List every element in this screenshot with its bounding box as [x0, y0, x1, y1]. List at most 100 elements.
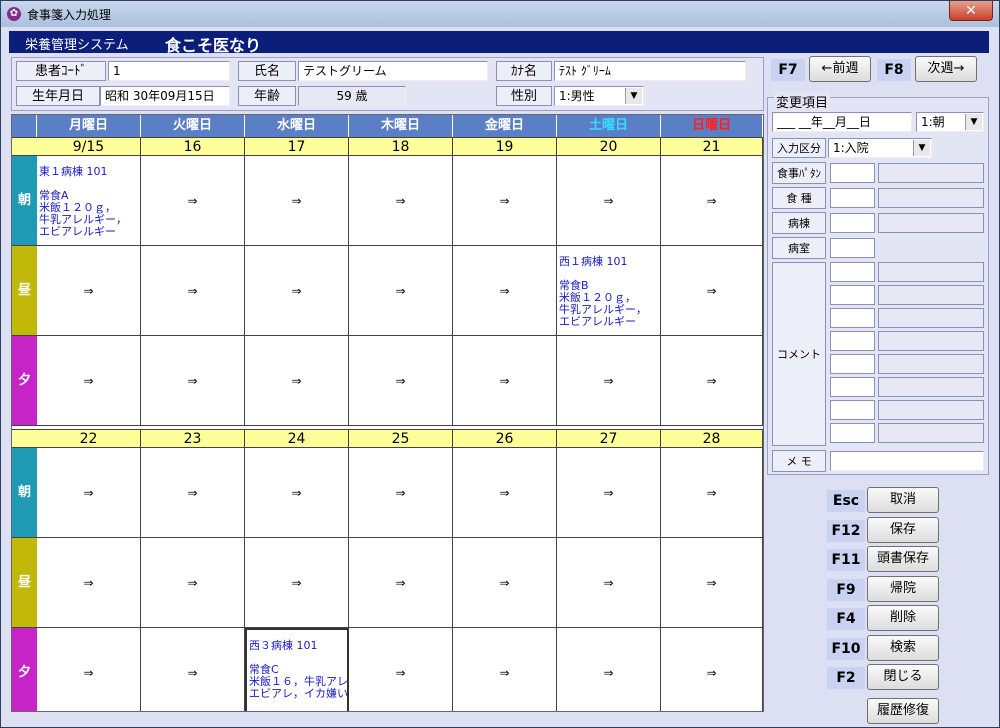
comment-text-field[interactable] — [878, 377, 984, 397]
date-cell: 20 — [557, 137, 661, 156]
memo-field[interactable] — [830, 451, 984, 471]
calendar-cell[interactable]: ⇒ — [661, 628, 763, 711]
chevron-down-icon[interactable]: ▼ — [625, 88, 642, 104]
change-meal-value: 1:朝 — [921, 115, 945, 129]
prev-week-button[interactable]: ←前週 — [809, 56, 871, 82]
history-repair-button[interactable]: 履歴修復 — [867, 698, 939, 724]
change-field-code[interactable] — [830, 188, 875, 208]
calendar-cell[interactable]: ⇒ — [453, 448, 557, 538]
comment-text-field[interactable] — [878, 285, 984, 305]
calendar-cell[interactable]: ⇒ — [349, 538, 453, 628]
action-button-f12[interactable]: 保存 — [867, 516, 939, 543]
calendar-cell[interactable]: ⇒ — [557, 156, 661, 246]
arrow-icon: ⇒ — [187, 283, 198, 298]
calendar-cell[interactable]: ⇒ — [245, 538, 349, 628]
chevron-down-icon[interactable]: ▼ — [965, 114, 982, 130]
comment-code-field[interactable] — [830, 285, 875, 305]
comment-text-field[interactable] — [878, 308, 984, 328]
calendar-cell[interactable]: ⇒ — [453, 156, 557, 246]
calendar-cell[interactable]: ⇒ — [349, 156, 453, 246]
close-button[interactable]: ✕ — [949, 1, 993, 21]
title-bar[interactable]: ✿ 食事箋入力処理 ✕ — [1, 1, 999, 27]
dob-field[interactable]: 昭和 30年09月15日 — [100, 86, 230, 106]
calendar-cell[interactable]: ⇒ — [37, 246, 141, 336]
brand-bar: 栄養管理システム 食こそ医なり — [9, 31, 989, 55]
arrow-icon: ⇒ — [83, 283, 94, 298]
comment-code-field[interactable] — [830, 354, 875, 374]
calendar-cell[interactable]: ⇒ — [245, 336, 349, 426]
calendar-cell[interactable]: ⇒ — [453, 246, 557, 336]
calendar-cell[interactable]: ⇒ — [141, 336, 245, 426]
patient-code-input[interactable]: 1 — [108, 61, 230, 81]
calendar-cell[interactable]: ⇒ — [245, 448, 349, 538]
action-button-f10[interactable]: 検索 — [867, 634, 939, 661]
comment-text-field[interactable] — [878, 400, 984, 420]
calendar-cell[interactable]: ⇒ — [349, 246, 453, 336]
calendar-cell[interactable]: 東１病棟 101 常食A 米飯１２０ｇ， 牛乳アレルギー， エビアレルギー — [37, 156, 141, 246]
calendar-cell[interactable]: ⇒ — [245, 156, 349, 246]
calendar-cell[interactable]: ⇒ — [37, 628, 141, 711]
change-field-code[interactable] — [830, 163, 875, 183]
arrow-icon: ⇒ — [187, 193, 198, 208]
action-button-f2[interactable]: 閉じる — [867, 664, 939, 690]
comment-code-field[interactable] — [830, 377, 875, 397]
meal-entry-text: 東１病棟 101 常食A 米飯１２０ｇ， 牛乳アレルギー， エビアレルギー — [39, 166, 127, 238]
change-field-code[interactable] — [830, 238, 875, 258]
calendar-cell[interactable]: 西１病棟 101 常食B 米飯１２０ｇ， 牛乳アレルギー， エビアレルギー — [557, 246, 661, 336]
action-button-f9[interactable]: 帰院 — [867, 575, 939, 602]
patient-kana-field[interactable]: ﾃｽﾄ ｸﾞﾘｰﾑ — [554, 61, 746, 81]
calendar-cell[interactable]: ⇒ — [661, 538, 763, 628]
calendar-cell[interactable]: ⇒ — [141, 538, 245, 628]
change-field-code[interactable] — [830, 213, 875, 233]
calendar-cell[interactable]: ⇒ — [37, 448, 141, 538]
calendar-cell[interactable]: ⇒ — [557, 628, 661, 711]
comment-code-field[interactable] — [830, 331, 875, 351]
calendar-cell[interactable]: ⇒ — [453, 628, 557, 711]
arrow-icon: ⇒ — [395, 283, 406, 298]
calendar-cell[interactable]: ⇒ — [141, 628, 245, 711]
calendar-cell[interactable]: ⇒ — [661, 336, 763, 426]
calendar-cell[interactable]: ⇒ — [661, 156, 763, 246]
chevron-down-icon[interactable]: ▼ — [913, 140, 930, 156]
sex-select[interactable]: 1:男性 ▼ — [554, 86, 644, 106]
calendar-cell[interactable]: ⇒ — [37, 538, 141, 628]
comment-code-field[interactable] — [830, 262, 875, 282]
comment-text-field[interactable] — [878, 423, 984, 443]
date-cell: 22 — [37, 429, 141, 448]
comment-code-field[interactable] — [830, 400, 875, 420]
next-week-button[interactable]: 次週→ — [915, 56, 977, 82]
calendar-cell[interactable]: ⇒ — [661, 448, 763, 538]
arrow-icon: ⇒ — [291, 575, 302, 590]
comment-text-field[interactable] — [878, 262, 984, 282]
arrow-icon: ⇒ — [706, 575, 717, 590]
calendar-cell[interactable]: ⇒ — [141, 246, 245, 336]
comment-text-field[interactable] — [878, 331, 984, 351]
calendar-cell[interactable]: ⇒ — [661, 246, 763, 336]
calendar-cell[interactable]: ⇒ — [141, 448, 245, 538]
change-meal-select[interactable]: 1:朝 ▼ — [916, 112, 984, 132]
change-date-field[interactable]: ___ __年__月__日 — [772, 112, 912, 132]
input-type-select[interactable]: 1:入院 ▼ — [828, 138, 932, 158]
calendar-cell[interactable]: ⇒ — [557, 448, 661, 538]
action-button-esc[interactable]: 取消 — [867, 487, 939, 513]
age-label: 年齢 — [238, 86, 296, 106]
comment-code-field[interactable] — [830, 308, 875, 328]
comment-code-field[interactable] — [830, 423, 875, 443]
calendar-cell[interactable]: ⇒ — [37, 336, 141, 426]
action-button-f11[interactable]: 頭書保存 — [867, 546, 939, 572]
calendar-cell[interactable]: ⇒ — [557, 538, 661, 628]
patient-name-field[interactable]: テストグリーム — [298, 61, 488, 81]
calendar-cell[interactable]: ⇒ — [349, 336, 453, 426]
action-button-f4[interactable]: 削除 — [867, 605, 939, 631]
calendar-cell[interactable]: ⇒ — [349, 628, 453, 711]
calendar-cell[interactable]: ⇒ — [557, 336, 661, 426]
calendar-cell[interactable]: ⇒ — [141, 156, 245, 246]
calendar-cell[interactable]: ⇒ — [349, 448, 453, 538]
calendar-cell[interactable]: ⇒ — [453, 336, 557, 426]
comment-text-field[interactable] — [878, 354, 984, 374]
calendar-cell[interactable]: ⇒ — [245, 246, 349, 336]
calendar-cell[interactable]: ⇒ — [453, 538, 557, 628]
arrow-icon: ⇒ — [291, 193, 302, 208]
change-items-title: 変更項目 — [774, 92, 831, 111]
calendar-cell[interactable]: 西３病棟 101 常食C 米飯１６，牛乳アレ エビアレ，イカ嫌い — [245, 628, 349, 711]
